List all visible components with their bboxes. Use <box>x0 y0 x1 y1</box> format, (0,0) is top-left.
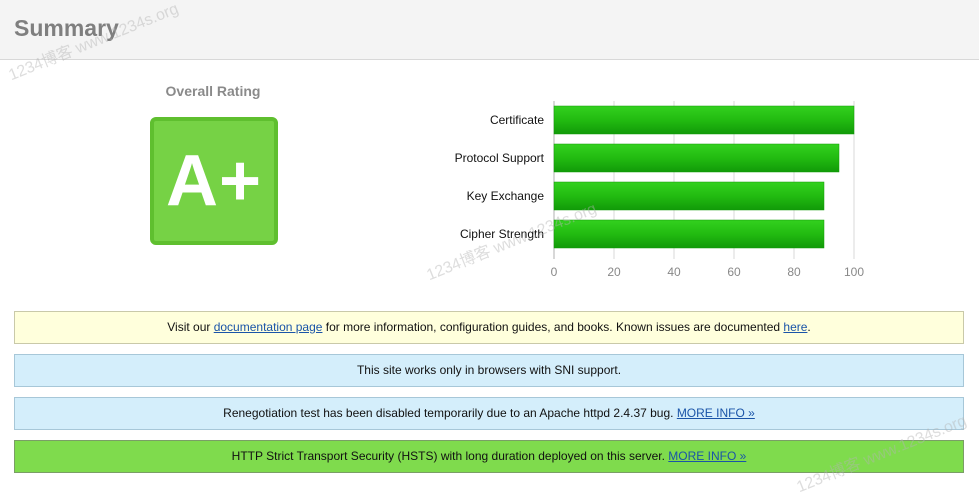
bar-label-cipher-strength: Cipher Strength <box>460 227 544 241</box>
overall-rating-label: Overall Rating <box>165 83 261 99</box>
sni-text: This site works only in browsers with SN… <box>356 363 622 377</box>
hsts-text: HTTP Strict Transport Security (HSTS) wi… <box>231 449 669 463</box>
tick-label-20: 20 <box>607 265 621 279</box>
bar-certificate <box>553 105 855 135</box>
renegotiation-text: Renegotiation test has been disabled tem… <box>223 406 677 420</box>
tick-label-0: 0 <box>551 265 558 279</box>
tick-label-100: 100 <box>844 265 864 279</box>
summary-header: Summary <box>0 0 979 60</box>
tick-label-60: 60 <box>727 265 741 279</box>
tick-label-40: 40 <box>667 265 681 279</box>
known-issues-here-link[interactable]: here <box>783 320 807 334</box>
documentation-banner: Visit our documentation page for more in… <box>14 311 964 344</box>
grade-badge: A+ <box>150 117 278 245</box>
bar-label-protocol-support: Protocol Support <box>455 151 545 165</box>
bar-cipher-strength <box>553 219 825 249</box>
docs-prefix: Visit our <box>167 320 214 334</box>
tick-label-80: 80 <box>787 265 801 279</box>
hsts-banner: HTTP Strict Transport Security (HSTS) wi… <box>14 440 964 473</box>
grade-value: A+ <box>165 141 263 221</box>
docs-suffix: . <box>807 320 811 334</box>
score-chart-svg: 0 20 40 60 80 100 Certificate Protocol Support K… <box>455 101 864 279</box>
hsts-more-info-link[interactable]: MORE INFO » <box>668 449 746 463</box>
docs-middle: for more information, configuration guid… <box>322 320 784 334</box>
documentation-page-link[interactable]: documentation page <box>214 320 323 334</box>
bar-key-exchange <box>553 181 825 211</box>
bar-label-key-exchange: Key Exchange <box>467 189 545 203</box>
bar-label-certificate: Certificate <box>490 113 544 127</box>
score-chart: 0 20 40 60 80 100 Certificate Protocol Support K… <box>420 96 890 286</box>
renegotiation-more-info-link[interactable]: MORE INFO » <box>677 406 755 420</box>
bar-protocol-support <box>553 143 840 173</box>
renegotiation-banner: Renegotiation test has been disabled tem… <box>14 397 964 430</box>
sni-banner: This site works only in browsers with SN… <box>14 354 964 387</box>
page-title: Summary <box>14 15 119 41</box>
